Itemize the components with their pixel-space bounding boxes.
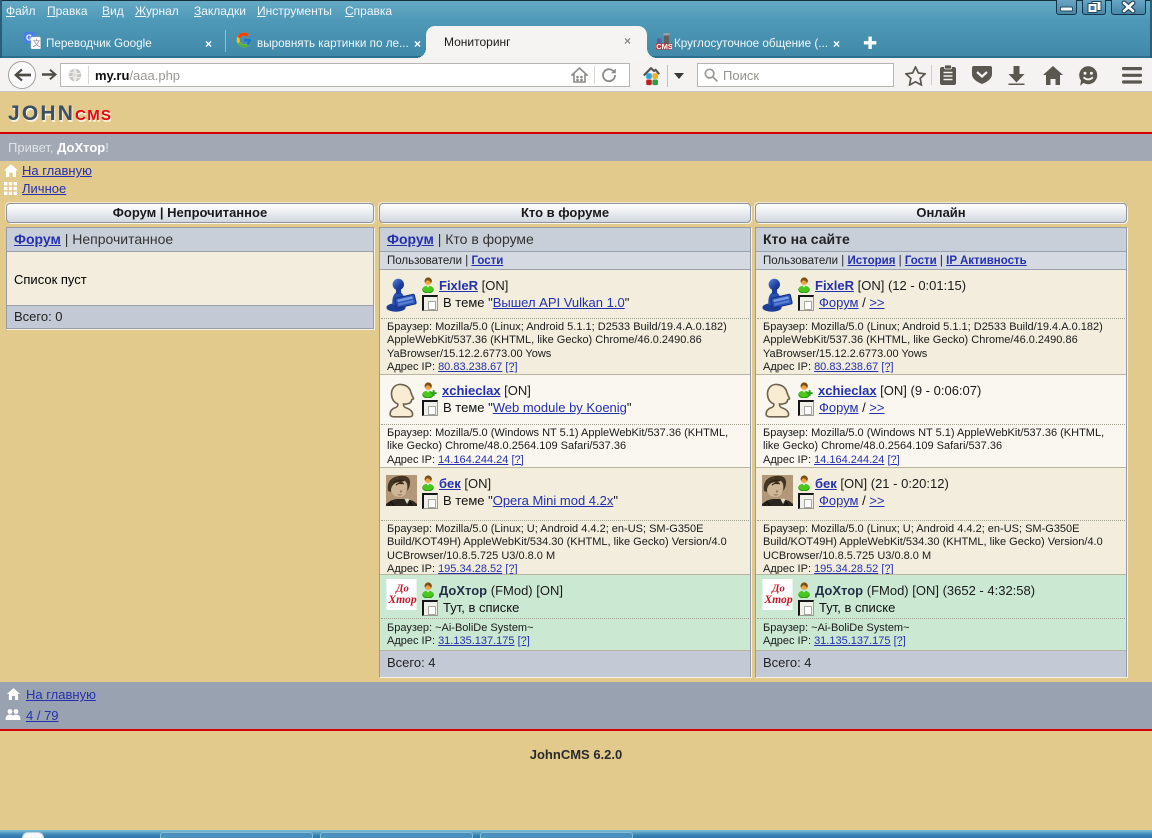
svg-text:CMS: CMS xyxy=(656,42,672,50)
svg-text:文: 文 xyxy=(33,38,41,48)
